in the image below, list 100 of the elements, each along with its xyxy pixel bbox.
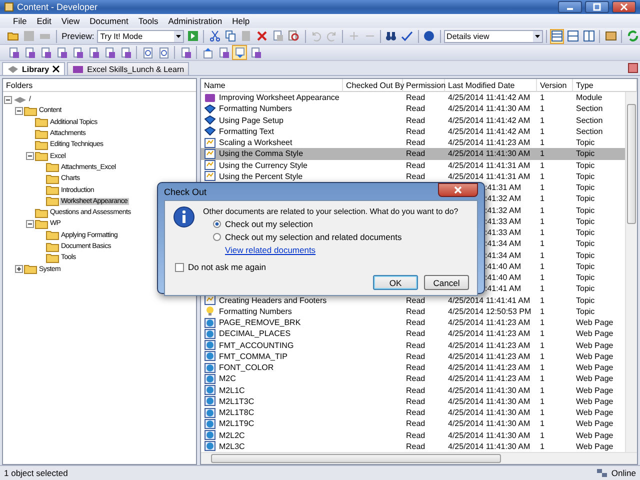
- close-button[interactable]: [612, 1, 636, 13]
- dialog-button[interactable]: Cancel: [424, 275, 469, 290]
- option-label[interactable]: Check out my selection: [225, 219, 313, 229]
- date-cell-text: :41:32 AM: [485, 194, 522, 204]
- type-cell-text: Topic: [576, 250, 596, 260]
- toolbar-button[interactable]: [422, 28, 437, 44]
- date-cell-text: 4/25/2014 11:41:23 AM: [448, 352, 532, 361]
- table-row[interactable]: Formatting Text Read 4/25/2014 11:41:42 AM 1 Section: [201, 126, 625, 137]
- document-name: FMT_COMMA_TIP: [219, 352, 288, 361]
- column-header[interactable]: Name: [201, 79, 343, 92]
- toolbar-button[interactable]: [400, 28, 415, 44]
- toolbar-button[interactable]: [286, 28, 302, 44]
- radio-button[interactable]: [213, 220, 221, 228]
- column-header[interactable]: Checked Out By: [343, 79, 403, 92]
- version-cell-text: 1: [540, 273, 546, 282]
- date-cell-text: :41:32 AM: [485, 206, 522, 215]
- permission-cell-text: Read: [406, 442, 426, 451]
- table-row[interactable]: PAGE_REMOVE_BRK Read 4/25/2014 11:41:23 AM 1 Web Page: [201, 317, 625, 328]
- menu-item[interactable]: Tools: [133, 16, 164, 26]
- delete-icon: [256, 30, 268, 42]
- column-header[interactable]: Version: [537, 79, 573, 92]
- globe-icon: [204, 385, 216, 396]
- toolbar-button[interactable]: [232, 45, 247, 60]
- type-cell-text: Web Page: [576, 408, 614, 418]
- menu-item[interactable]: Help: [227, 16, 255, 26]
- table-row[interactable]: Using Page Setup Read 4/25/2014 11:41:42 AM 1 Section: [201, 114, 625, 126]
- maximize-button[interactable]: [585, 1, 609, 13]
- radio-button[interactable]: [213, 233, 221, 241]
- toolbar-button[interactable]: [550, 28, 564, 44]
- table-row[interactable]: FMT_ACCOUNTING Read 4/25/2014 11:41:23 AM 1 Web Page: [201, 340, 625, 351]
- column-header[interactable]: Permission: [403, 79, 445, 92]
- dialog-button[interactable]: OK: [373, 275, 418, 290]
- version-cell-text: 1: [540, 374, 546, 384]
- related-documents-link[interactable]: View related documents: [225, 245, 316, 255]
- type-cell-text: Topic: [576, 228, 596, 238]
- toolbar-button[interactable]: [565, 28, 580, 44]
- document-icon: [56, 46, 68, 58]
- close-button[interactable]: [438, 183, 478, 197]
- toolbar-button[interactable]: [581, 28, 596, 44]
- table-row[interactable]: DECIMAL_PLACES Read 4/25/2014 11:41:23 AM 1 Web Page: [201, 328, 625, 340]
- undo-icon: [310, 30, 322, 42]
- expand-button[interactable]: [15, 265, 23, 274]
- date-cell-text: 4/25/2014 11:41:23 AM: [448, 318, 532, 328]
- dropdown[interactable]: Try It! Mode: [97, 30, 184, 42]
- document-help-icon: [158, 46, 170, 58]
- table-row[interactable]: M2L1T3C Read 4/25/2014 11:41:30 AM 1 Web Page: [201, 396, 625, 407]
- tab[interactable]: Library: [2, 62, 66, 75]
- date-cell-text: :41:31 AM: [485, 183, 522, 192]
- checkbox[interactable]: [175, 262, 184, 272]
- toolbar-button[interactable]: [223, 28, 238, 44]
- folder-icon: [46, 174, 59, 184]
- table-row[interactable]: FONT_COLOR Read 4/25/2014 11:41:23 AM 1 Web Page: [201, 362, 625, 374]
- menu-item[interactable]: Edit: [32, 16, 56, 26]
- folder-icon: [35, 208, 48, 218]
- table-row[interactable]: M2L3C Read 4/25/2014 11:41:30 AM 1 Web Page: [201, 440, 625, 452]
- table-row[interactable]: M2L2C Read 4/25/2014 11:41:30 AM 1 Web Page: [201, 430, 625, 441]
- type-cell-text: Topic: [576, 138, 596, 148]
- table-row[interactable]: M2L1T9C Read 4/25/2014 11:41:30 AM 1 Web Page: [201, 418, 625, 430]
- table-row[interactable]: Using the Comma Style Read 4/25/2014 11:41:30 AM 1 Topic: [201, 148, 625, 160]
- menu-item[interactable]: Document: [84, 16, 134, 26]
- date-cell-text: 4/25/2014 11:41:23 AM: [448, 329, 532, 338]
- table-row[interactable]: FMT_COMMA_TIP Read 4/25/2014 11:41:23 AM 1 Web Page: [201, 350, 625, 362]
- table-row[interactable]: M2L1C Read 4/25/2014 11:41:30 AM 1 Web Page: [201, 384, 625, 396]
- table-row[interactable]: Formatting Numbers Read 4/25/2014 11:41:30 AM 1 Section: [201, 103, 625, 114]
- checkbox-label[interactable]: Do not ask me again: [188, 262, 266, 272]
- document-icon: [72, 46, 84, 58]
- scrollbar[interactable]: [201, 452, 637, 464]
- collapse-button[interactable]: [4, 96, 12, 104]
- document-name: DECIMAL_PLACES: [219, 329, 291, 338]
- type-cell-text: Topic: [576, 239, 596, 248]
- collapse-button[interactable]: [15, 106, 23, 115]
- table-row[interactable]: Scaling a Worksheet Read 4/25/2014 11:41:23 AM 1 Topic: [201, 137, 625, 148]
- scrollbar[interactable]: [625, 92, 637, 452]
- document-name: Creating Headers and Footers: [219, 296, 327, 305]
- table-row[interactable]: M2L1T8C Read 4/25/2014 11:41:30 AM 1 Web Page: [201, 407, 625, 418]
- status-text: 1 object selected: [4, 468, 68, 478]
- tab[interactable]: Excel Skills_Lunch & Learn: [67, 62, 190, 75]
- save-icon: [23, 30, 36, 42]
- table-row[interactable]: M2C Read 4/25/2014 11:41:23 AM 1 Web Page: [201, 373, 625, 384]
- menu-item[interactable]: Administration: [163, 16, 228, 26]
- minimize-button[interactable]: [558, 1, 582, 13]
- dropdown[interactable]: Details view: [444, 30, 543, 42]
- toolbar-button[interactable]: [207, 28, 222, 44]
- version-cell-text: 1: [540, 284, 546, 294]
- menu-item[interactable]: File: [8, 16, 32, 26]
- type-cell-text: Topic: [576, 149, 596, 158]
- menu-item[interactable]: View: [56, 16, 85, 26]
- toolbar-button[interactable]: [603, 28, 618, 44]
- version-cell-text: 1: [540, 430, 546, 440]
- collapse-button[interactable]: [26, 220, 34, 228]
- table-row[interactable]: Formatting Numbers Read 4/25/2014 12:50:53 PM 1 Topic: [201, 306, 625, 317]
- column-header[interactable]: Last Modified Date: [445, 79, 537, 92]
- table-row[interactable]: Improving Worksheet Appearance Read 4/25/2014 11:41:42 AM 1 Module: [201, 92, 625, 104]
- folder-icon: [35, 140, 48, 150]
- table-row[interactable]: Using the Percent Style Read 4/25/2014 11:41:31 AM 1 Topic: [201, 170, 625, 182]
- table-row[interactable]: Using the Currency Style Read 4/25/2014 11:41:31 AM 1 Topic: [201, 160, 625, 171]
- close-icon[interactable]: [52, 65, 60, 73]
- collapse-button[interactable]: [26, 152, 34, 160]
- document-name: M2L1T9C: [219, 419, 254, 428]
- option-label[interactable]: Check out my selection and related documents: [225, 232, 402, 242]
